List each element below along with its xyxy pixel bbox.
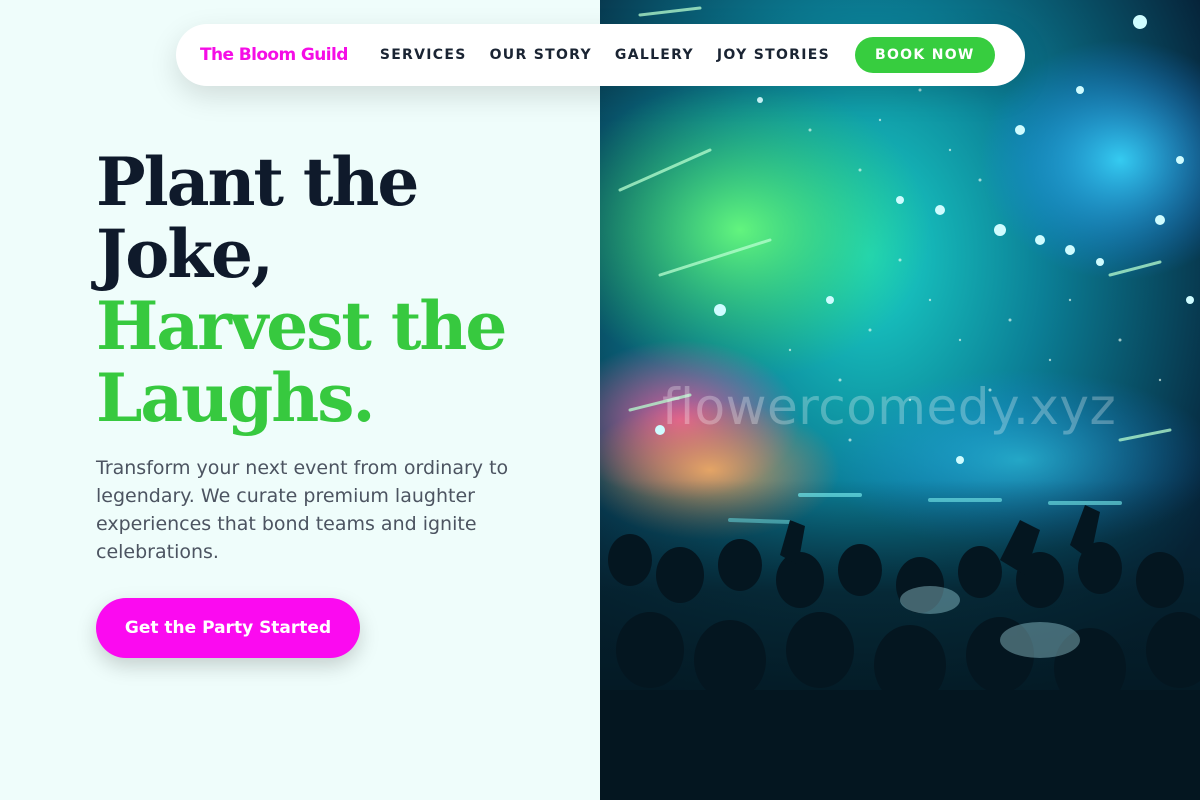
nav-link-gallery[interactable]: GALLERY	[615, 47, 694, 63]
hero-image: flowercomedy.xyz	[600, 0, 1200, 800]
headline-line-2: Joke,	[96, 215, 274, 293]
nav-link-our-story[interactable]: OUR STORY	[490, 47, 592, 63]
headline-line-1: Plant the	[96, 143, 419, 221]
navbar: The Bloom Guild SERVICES OUR STORY GALLE…	[176, 24, 1025, 86]
nav-link-services[interactable]: SERVICES	[380, 47, 467, 63]
image-watermark: flowercomedy.xyz	[662, 378, 1117, 436]
hero-headline: Plant the Joke, Harvest the Laughs.	[96, 143, 507, 437]
book-now-button[interactable]: BOOK NOW	[855, 37, 995, 73]
headline-line-4: Laughs.	[96, 359, 375, 437]
nav-links: SERVICES OUR STORY GALLERY JOY STORIES	[380, 47, 853, 63]
nav-link-joy-stories[interactable]: JOY STORIES	[717, 47, 830, 63]
get-party-started-button[interactable]: Get the Party Started	[96, 598, 360, 658]
hero-subtext: Transform your next event from ordinary …	[96, 457, 509, 563]
brand-logo[interactable]: The Bloom Guild	[200, 45, 348, 65]
headline-line-3: Harvest the	[96, 287, 507, 365]
